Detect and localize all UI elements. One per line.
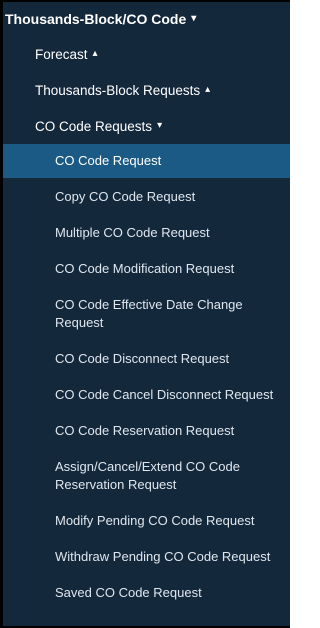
- menu-item-saved-co-code-request[interactable]: Saved CO Code Request: [3, 576, 290, 610]
- menu-thousands-block-co-code[interactable]: Thousands-Block/CO Code ▾: [3, 2, 290, 36]
- caret-up-icon: ▴: [205, 84, 211, 95]
- menu-section-forecast[interactable]: Forecast ▴: [3, 36, 290, 72]
- caret-down-icon: ▾: [191, 13, 197, 24]
- menu-item-co-code-disconnect-request[interactable]: CO Code Disconnect Request: [3, 342, 290, 376]
- menu-item-assign-cancel-extend-reservation-request[interactable]: Assign/Cancel/Extend CO Code Reservation…: [3, 450, 290, 502]
- caret-up-icon: ▴: [92, 48, 98, 59]
- menu-section-label: CO Code Requests: [35, 118, 153, 134]
- menu-section-co-code-requests[interactable]: CO Code Requests ▾: [3, 108, 290, 144]
- menu-section-label: Forecast: [35, 46, 88, 62]
- menu-section-label: Thousands-Block Requests: [35, 82, 201, 98]
- menu-item-co-code-effective-date-change-request[interactable]: CO Code Effective Date Change Request: [3, 288, 290, 340]
- menu-item-co-code-reservation-request[interactable]: CO Code Reservation Request: [3, 414, 290, 448]
- menu-item-co-code-modification-request[interactable]: CO Code Modification Request: [3, 252, 290, 286]
- menu-section-thousands-block-requests[interactable]: Thousands-Block Requests ▴: [3, 72, 290, 108]
- sidebar-menu: Thousands-Block/CO Code ▾ Forecast ▴ Tho…: [0, 0, 290, 628]
- menu-item-copy-co-code-request[interactable]: Copy CO Code Request: [3, 180, 290, 214]
- menu-item-co-code-cancel-disconnect-request[interactable]: CO Code Cancel Disconnect Request: [3, 378, 290, 412]
- menu-item-withdraw-pending-co-code-request[interactable]: Withdraw Pending CO Code Request: [3, 540, 290, 574]
- menu-item-multiple-co-code-request[interactable]: Multiple CO Code Request: [3, 216, 290, 250]
- menu-header-label: Thousands-Block/CO Code: [5, 11, 187, 27]
- caret-down-icon: ▾: [157, 120, 163, 131]
- menu-item-co-code-request[interactable]: CO Code Request: [3, 144, 290, 178]
- menu-item-modify-pending-co-code-request[interactable]: Modify Pending CO Code Request: [3, 504, 290, 538]
- co-code-requests-list: CO Code Request Copy CO Code Request Mul…: [3, 144, 290, 610]
